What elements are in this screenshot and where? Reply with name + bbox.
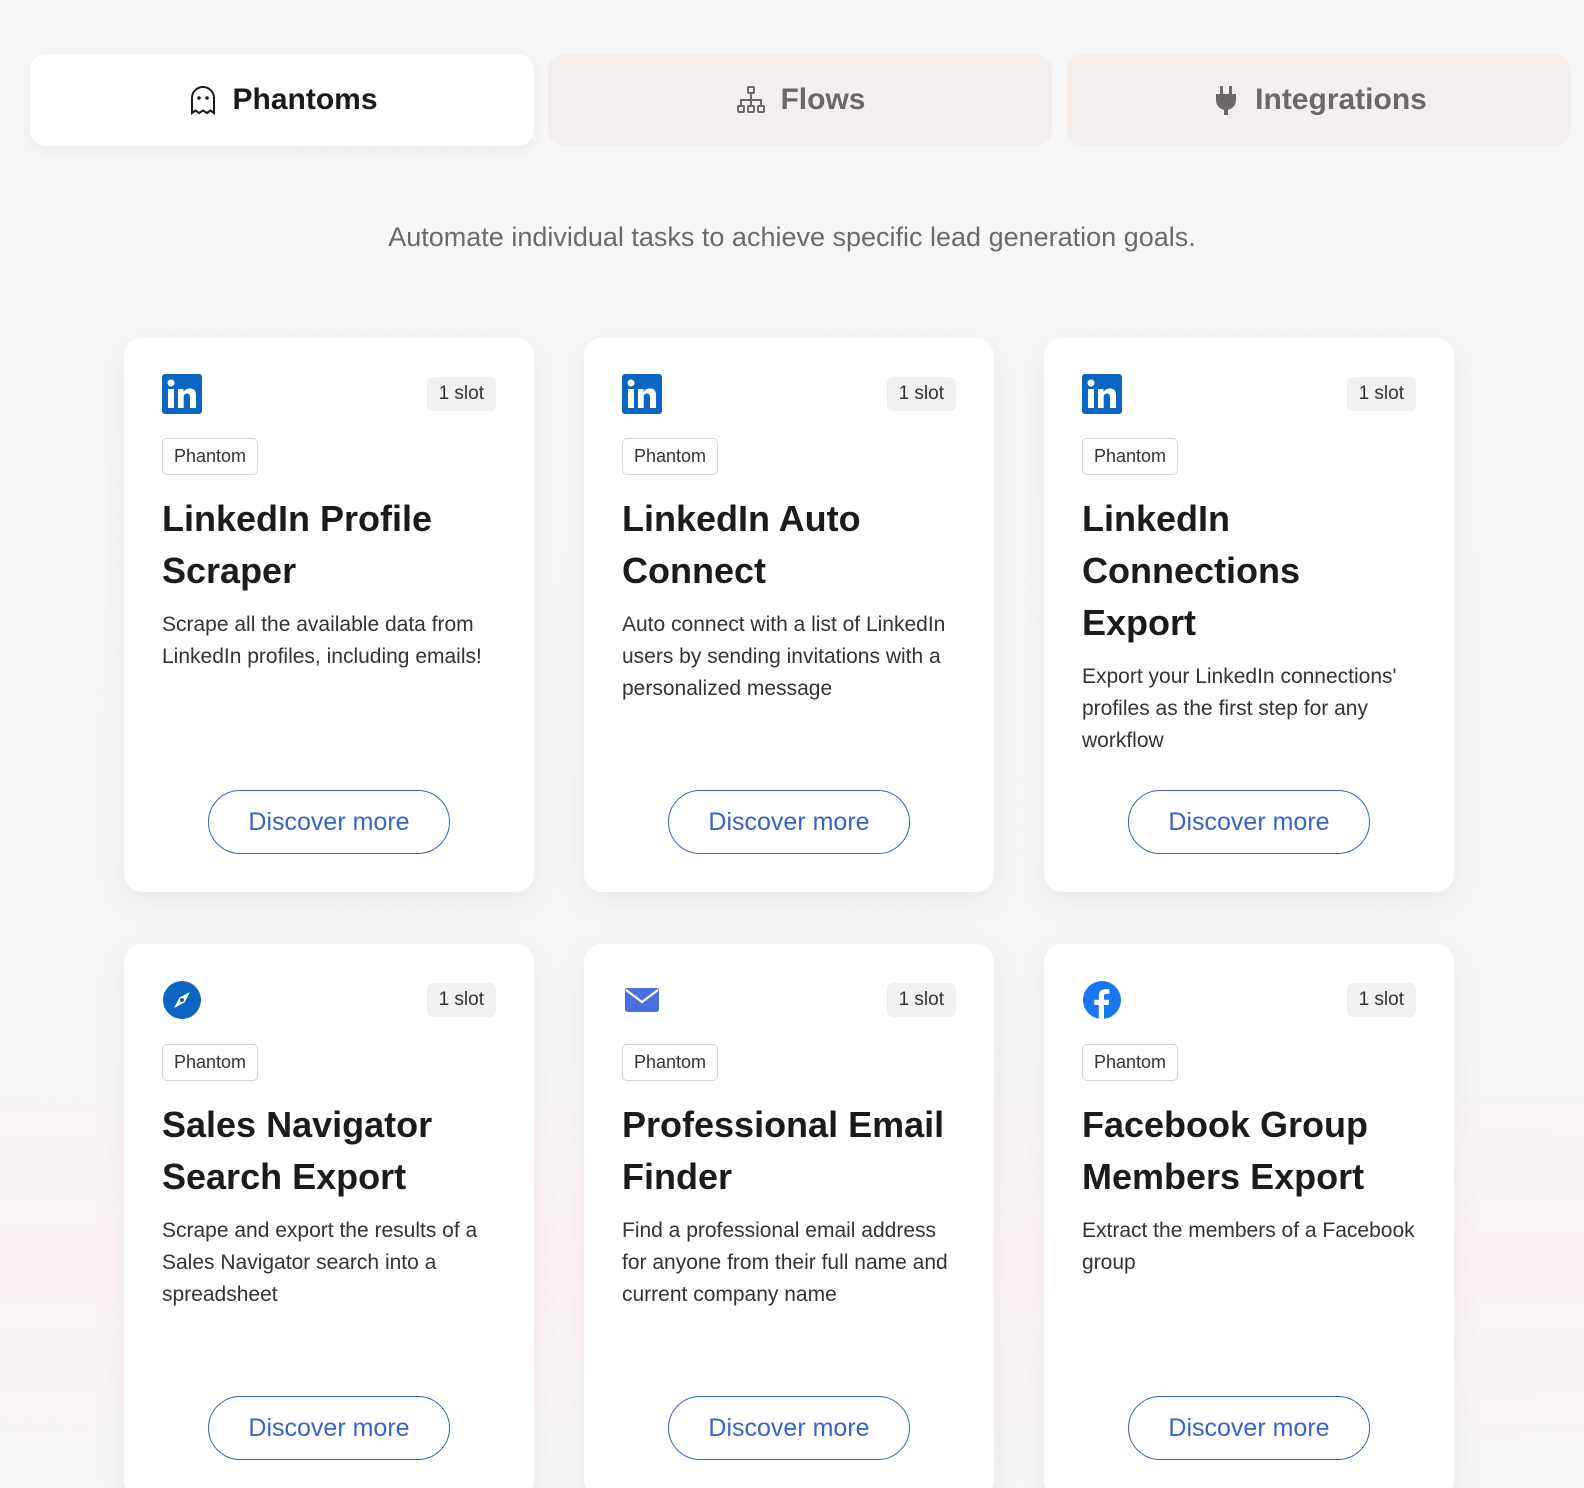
linkedin-icon — [162, 374, 202, 414]
phantom-card: 1 slot Phantom LinkedIn Auto Connect Aut… — [584, 338, 994, 892]
discover-more-button[interactable]: Discover more — [208, 790, 450, 854]
phantom-card: 1 slot Phantom LinkedIn Connections Expo… — [1044, 338, 1454, 892]
discover-more-button[interactable]: Discover more — [668, 1396, 910, 1460]
slot-badge: 1 slot — [1346, 983, 1416, 1017]
page-subtitle: Automate individual tasks to achieve spe… — [388, 222, 1196, 252]
discover-more-button[interactable]: Discover more — [1128, 1396, 1370, 1460]
ghost-icon — [186, 83, 220, 117]
phantom-card-grid: 1 slot Phantom LinkedIn Profile Scraper … — [124, 338, 1454, 1488]
phantom-tag: Phantom — [622, 438, 719, 475]
discover-more-button[interactable]: Discover more — [208, 1396, 450, 1460]
phantom-card: 1 slot Phantom Professional Email Finder… — [584, 944, 994, 1488]
slot-badge: 1 slot — [886, 377, 956, 411]
phantom-card: 1 slot Phantom Facebook Group Members Ex… — [1044, 944, 1454, 1488]
discover-more-button[interactable]: Discover more — [1128, 790, 1370, 854]
mail-icon — [622, 980, 662, 1020]
tab-label: Integrations — [1255, 83, 1427, 116]
phantom-card: 1 slot Phantom Sales Navigator Search Ex… — [124, 944, 534, 1488]
tab-flows[interactable]: Flows — [548, 54, 1052, 146]
tab-integrations[interactable]: Integrations — [1066, 54, 1570, 146]
slot-badge: 1 slot — [426, 983, 496, 1017]
card-description: Export your LinkedIn connections' profil… — [1082, 665, 1397, 752]
facebook-icon — [1082, 980, 1122, 1020]
card-description: Find a professional email address for an… — [622, 1219, 948, 1306]
phantom-tag: Phantom — [162, 1044, 259, 1081]
card-description: Scrape all the available data from Linke… — [162, 613, 482, 668]
card-title: LinkedIn Connections Export — [1082, 498, 1301, 643]
phantom-tag: Phantom — [162, 438, 259, 475]
card-description: Auto connect with a list of LinkedIn use… — [622, 613, 946, 700]
tab-label: Phantoms — [232, 83, 378, 116]
slot-badge: 1 slot — [1346, 377, 1416, 411]
card-title: Professional Email Finder — [622, 1104, 945, 1197]
card-title: Sales Navigator Search Export — [162, 1104, 433, 1197]
card-description: Scrape and export the results of a Sales… — [162, 1219, 478, 1306]
discover-more-button[interactable]: Discover more — [668, 790, 910, 854]
compass-icon — [162, 980, 202, 1020]
phantom-tag: Phantom — [1082, 438, 1179, 475]
phantom-tag: Phantom — [1082, 1044, 1179, 1081]
card-title: Facebook Group Members Export — [1082, 1104, 1369, 1197]
slot-badge: 1 slot — [426, 377, 496, 411]
flow-icon — [734, 83, 768, 117]
slot-badge: 1 slot — [886, 983, 956, 1017]
phantom-card: 1 slot Phantom LinkedIn Profile Scraper … — [124, 338, 534, 892]
plug-icon — [1209, 83, 1243, 117]
tab-phantoms[interactable]: Phantoms — [30, 54, 534, 146]
card-title: LinkedIn Auto Connect — [622, 498, 861, 591]
card-description: Extract the members of a Facebook group — [1082, 1219, 1415, 1274]
tab-bar: Phantoms Flows Integrations — [30, 54, 1570, 146]
tab-label: Flows — [780, 83, 866, 116]
linkedin-icon — [622, 374, 662, 414]
card-title: LinkedIn Profile Scraper — [162, 498, 433, 591]
linkedin-icon — [1082, 374, 1122, 414]
phantom-tag: Phantom — [622, 1044, 719, 1081]
